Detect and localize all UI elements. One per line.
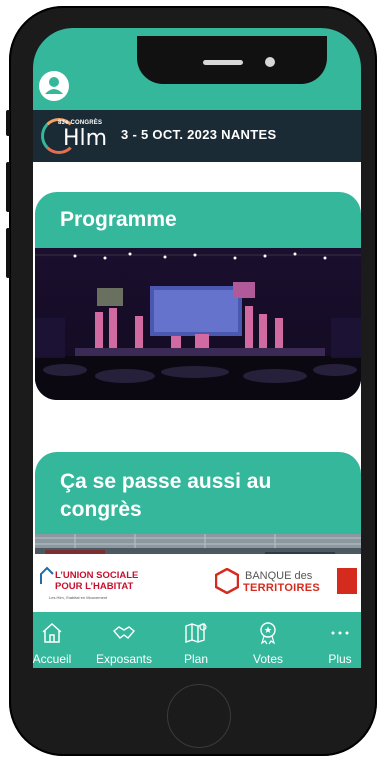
more-icon (331, 631, 349, 635)
tab-label: Accueil (33, 652, 72, 666)
home-icon (42, 622, 62, 643)
hexagon-logo-icon (215, 568, 239, 594)
front-camera (265, 57, 275, 67)
ush-line1: L’UNION SOCIALE (55, 570, 139, 581)
card-title: Programme (60, 208, 177, 231)
sponsors-banner: L’UNION SOCIALE POUR L’HABITAT Les Hlm, … (33, 554, 361, 612)
event-header: 83e CONGRÈS Hlm 3 - 5 OCT. 2023 NANTES (33, 110, 361, 162)
phone-notch (137, 36, 327, 84)
bdt-line1: BANQUE des (245, 570, 313, 582)
tab-label: Plus (328, 652, 352, 666)
tab-accueil[interactable]: Accueil (33, 612, 84, 668)
card-title: Ça se passe aussi au congrès (60, 470, 272, 521)
exhibition-hall-photo (35, 534, 361, 554)
card-aussi-au-congres[interactable]: Ça se passe aussi au congrès (35, 452, 361, 554)
ush-line2: POUR L’HABITAT (55, 581, 134, 592)
main-content: Programme Ça se passe aussi au congrès (33, 162, 361, 554)
map-icon (185, 623, 207, 643)
phone-volume-down (6, 228, 10, 278)
ush-tagline: Les Hlm, l'habitat en Mouvement (49, 595, 108, 600)
card-programme[interactable]: Programme (35, 192, 361, 400)
phone-volume-up (6, 162, 10, 212)
tab-label: Votes (252, 652, 284, 666)
app-screen: 83e CONGRÈS Hlm 3 - 5 OCT. 2023 NANTES P… (33, 28, 361, 668)
event-dates-location: 3 - 5 OCT. 2023 NANTES (121, 127, 277, 142)
tab-label: Exposants (95, 652, 153, 666)
award-icon (260, 622, 276, 645)
speaker-grille (203, 60, 243, 65)
logo-hlm: Hlm (63, 126, 108, 151)
bottom-tab-bar: Accueil Exposants Plan Votes Plus (33, 612, 361, 668)
bdt-line2: TERRITOIRES (243, 582, 321, 594)
tab-exposants[interactable]: Exposants (92, 612, 156, 668)
user-icon (45, 77, 63, 94)
profile-avatar-button[interactable] (39, 71, 69, 101)
phone-home-button[interactable] (167, 684, 231, 748)
house-logo-icon (40, 566, 54, 584)
caisse-depots-logo (337, 568, 357, 594)
stage-photo (35, 248, 361, 400)
tab-plus[interactable]: Plus (308, 612, 361, 668)
tab-votes[interactable]: Votes (236, 612, 300, 668)
tab-plan[interactable]: Plan (164, 612, 228, 668)
phone-mute-switch (6, 110, 10, 136)
handshake-icon (112, 626, 136, 639)
tab-label: Plan (183, 652, 209, 666)
